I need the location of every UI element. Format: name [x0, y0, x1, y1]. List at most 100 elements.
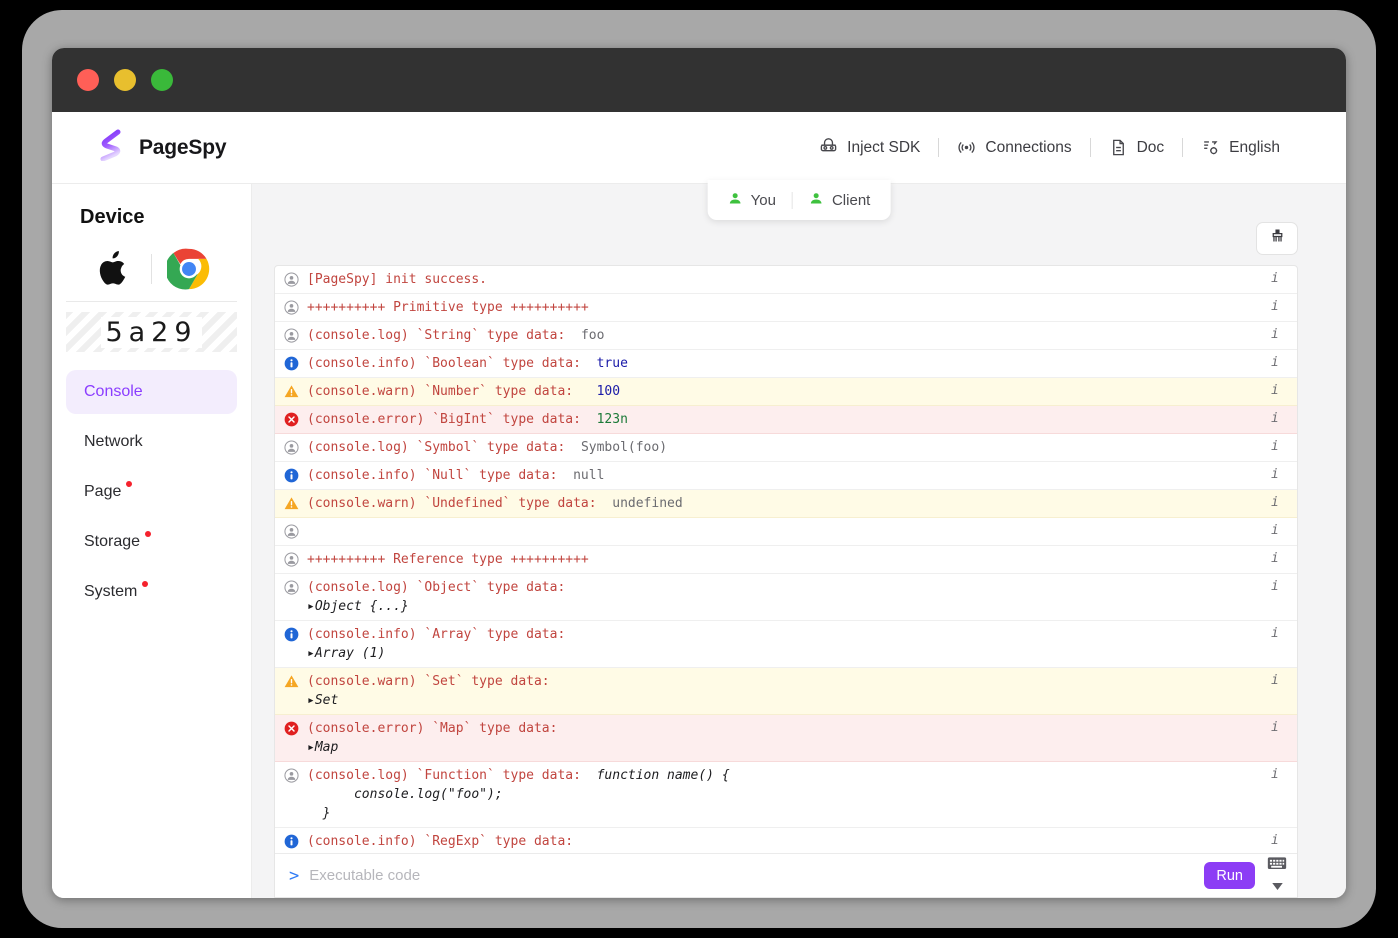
tab-client[interactable]: Client: [793, 191, 886, 210]
console-log-source-link[interactable]: i: [1271, 299, 1293, 314]
console-log-row[interactable]: (console.info) `Array` type data: ▸Array…: [275, 621, 1297, 668]
console-log-row[interactable]: [PageSpy] init success.i: [275, 266, 1297, 294]
sidebar-item-storage[interactable]: Storage: [66, 520, 237, 564]
person-icon: [728, 191, 743, 210]
console-log-row[interactable]: (console.warn) `Set` type data: ▸Seti: [275, 668, 1297, 715]
nav-item-doc[interactable]: Doc: [1091, 138, 1183, 157]
console-log-row[interactable]: ++++++++++ Primitive type ++++++++++i: [275, 294, 1297, 322]
info-level-icon: [275, 354, 307, 371]
console-log-source-link[interactable]: i: [1271, 579, 1293, 594]
console-log-message: (console.log) `Symbol` type data: Symbol…: [307, 438, 1297, 457]
console-log-source-link[interactable]: i: [1271, 439, 1293, 454]
console-log-row[interactable]: (console.warn) `Number` type data: 100i: [275, 378, 1297, 406]
console-log-row[interactable]: (console.log) `Object` type data: ▸Objec…: [275, 574, 1297, 621]
sidebar-item-label: Page: [84, 483, 121, 501]
console-log-message: ++++++++++ Primitive type ++++++++++: [307, 298, 1297, 317]
console-log-row[interactable]: i: [275, 518, 1297, 546]
console-log-message: [PageSpy] init success.: [307, 270, 1297, 289]
sidebar-item-system[interactable]: System: [66, 570, 237, 614]
connection-tabs: You Client: [708, 180, 891, 220]
console-log-row[interactable]: (console.error) `Map` type data: ▸Mapi: [275, 715, 1297, 762]
executable-code-input[interactable]: [309, 867, 1204, 884]
console-log-source-link[interactable]: i: [1271, 523, 1293, 538]
sidebar-item-network[interactable]: Network: [66, 420, 237, 464]
error-level-icon: [275, 410, 307, 427]
console-log-message: [307, 522, 1297, 541]
console-log-row[interactable]: (console.warn) `Undefined` type data: un…: [275, 490, 1297, 518]
log-level-icon: [275, 326, 307, 343]
sidebar-item-label: Console: [84, 383, 143, 401]
nav-label-doc: Doc: [1137, 139, 1165, 157]
console-log-list[interactable]: [PageSpy] init success.i++++++++++ Primi…: [275, 266, 1297, 853]
console-log-source-link[interactable]: i: [1271, 383, 1293, 398]
tab-you[interactable]: You: [712, 191, 792, 210]
nav-label-language: English: [1229, 139, 1280, 157]
apple-icon: [77, 248, 151, 290]
tab-label-client: Client: [832, 192, 870, 209]
nav-item-connections[interactable]: Connections: [939, 138, 1089, 157]
console-log-source-link[interactable]: i: [1271, 720, 1293, 735]
notification-badge: [142, 581, 148, 587]
console-log-row[interactable]: (console.log) `Symbol` type data: Symbol…: [275, 434, 1297, 462]
console-log-source-link[interactable]: i: [1271, 495, 1293, 510]
console-log-message: (console.error) `BigInt` type data: 123n: [307, 410, 1297, 429]
window-maximize-button[interactable]: [151, 69, 173, 91]
notification-badge: [145, 531, 151, 537]
keyboard-icon: [1267, 856, 1287, 877]
device-id-value: 5a29: [101, 317, 201, 348]
console-log-source-link[interactable]: i: [1271, 673, 1293, 688]
window-minimize-button[interactable]: [114, 69, 136, 91]
info-level-icon: [275, 625, 307, 642]
header-nav: Inject SDK Connections: [801, 138, 1298, 157]
console-log-source-link[interactable]: i: [1271, 411, 1293, 426]
brand[interactable]: PageSpy: [96, 129, 226, 166]
console-log-message: (console.info) `Null` type data: null: [307, 466, 1297, 485]
nav-item-inject-sdk[interactable]: Inject SDK: [801, 138, 938, 157]
console-log-row[interactable]: (console.info) `Null` type data: nulli: [275, 462, 1297, 490]
clear-console-icon: [1269, 228, 1286, 250]
log-level-icon: [275, 766, 307, 783]
console-log-row[interactable]: (console.error) `BigInt` type data: 123n…: [275, 406, 1297, 434]
sidebar-item-console[interactable]: Console: [66, 370, 237, 414]
browser-window: PageSpy Inject SDK: [52, 48, 1346, 898]
warn-level-icon: [275, 672, 307, 689]
console-log-row[interactable]: (console.info) `Boolean` type data: true…: [275, 350, 1297, 378]
console-log-row[interactable]: ++++++++++ Reference type ++++++++++i: [275, 546, 1297, 574]
chevron-down-icon: [1272, 877, 1283, 895]
console-log-source-link[interactable]: i: [1271, 833, 1293, 848]
console-log-source-link[interactable]: i: [1271, 767, 1293, 782]
console-log-row[interactable]: (console.log) `String` type data: fooi: [275, 322, 1297, 350]
log-level-icon: [275, 270, 307, 287]
info-level-icon: [275, 466, 307, 483]
console-log-message: (console.warn) `Undefined` type data: un…: [307, 494, 1297, 513]
nav-label-connections: Connections: [985, 139, 1071, 157]
window-close-button[interactable]: [77, 69, 99, 91]
sidebar-item-label: System: [84, 583, 137, 601]
console-input-bar: > Run: [275, 853, 1297, 897]
console-log-message: (console.error) `Map` type data: ▸Map: [307, 719, 1297, 757]
device-id: 5a29: [66, 312, 237, 352]
log-level-icon: [275, 578, 307, 595]
warn-level-icon: [275, 382, 307, 399]
translate-icon: [1201, 138, 1220, 157]
notification-badge: [126, 481, 132, 487]
brand-name: PageSpy: [139, 136, 226, 160]
console-log-source-link[interactable]: i: [1271, 355, 1293, 370]
console-log-message: (console.log) `Function` type data: func…: [307, 766, 1297, 823]
sidebar-item-page[interactable]: Page: [66, 470, 237, 514]
console-log-source-link[interactable]: i: [1271, 327, 1293, 342]
console-log-row[interactable]: (console.info) `RegExp` type data: ▸RegE…: [275, 828, 1297, 853]
nav-item-language[interactable]: English: [1183, 138, 1298, 157]
console-log-row[interactable]: (console.log) `Function` type data: func…: [275, 762, 1297, 828]
console-log-source-link[interactable]: i: [1271, 271, 1293, 286]
clear-console-button[interactable]: [1256, 222, 1298, 255]
run-button[interactable]: Run: [1204, 862, 1255, 889]
console-log-message: ++++++++++ Reference type ++++++++++: [307, 550, 1297, 569]
console-log-source-link[interactable]: i: [1271, 467, 1293, 482]
console-log-source-link[interactable]: i: [1271, 626, 1293, 641]
main-panel: You Client: [252, 184, 1346, 898]
console-log-source-link[interactable]: i: [1271, 551, 1293, 566]
person-icon: [809, 191, 824, 210]
keyboard-button[interactable]: [1267, 856, 1287, 895]
console-log-message: (console.log) `Object` type data: ▸Objec…: [307, 578, 1297, 616]
